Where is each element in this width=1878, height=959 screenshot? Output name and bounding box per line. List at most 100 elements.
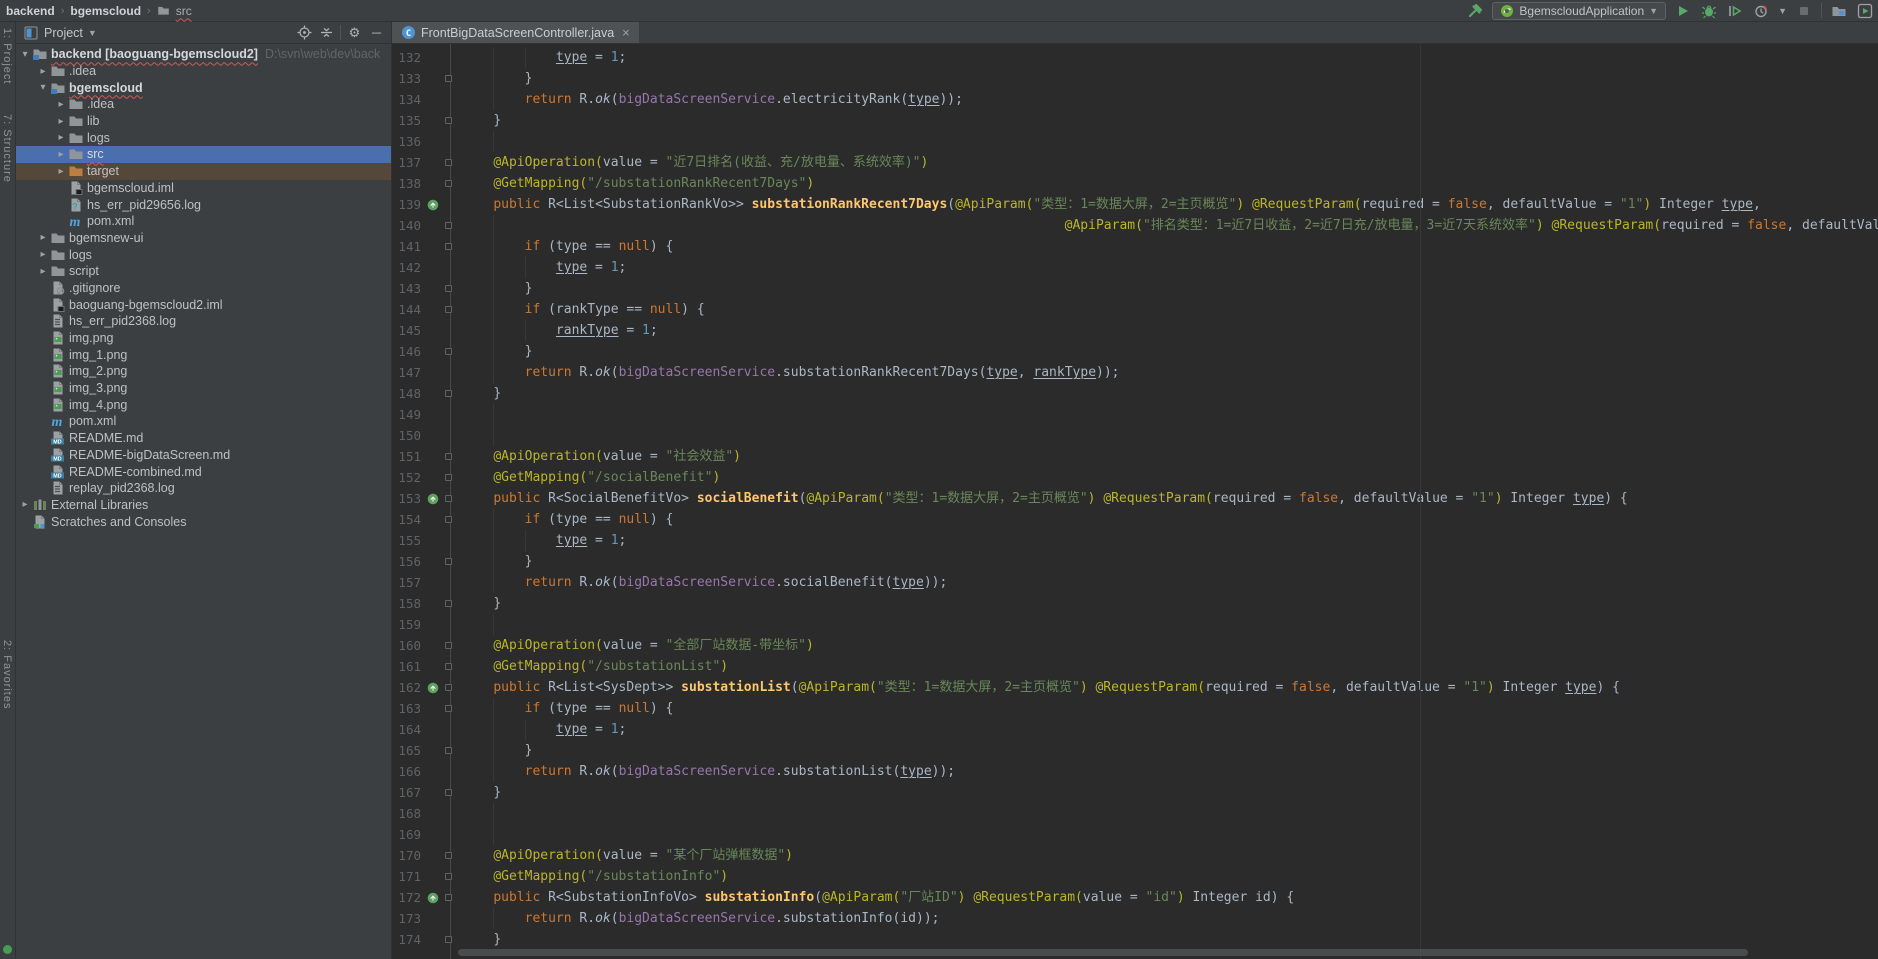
code-line-160[interactable]: 160 @ApiOperation(value = "全部厂站数据-带坐标"): [392, 635, 1878, 656]
tree-row-bgemscloud.iml[interactable]: bgemscloud.iml: [16, 180, 391, 197]
tree-row-.idea[interactable]: ▸.idea: [16, 63, 391, 80]
tree-row-readme.md[interactable]: MDREADME.md: [16, 430, 391, 447]
tree-row-pom.xml[interactable]: mpom.xml: [16, 413, 391, 430]
fold-down-icon[interactable]: [445, 705, 452, 712]
tree-row-script[interactable]: ▸script: [16, 263, 391, 280]
request-mapping-icon[interactable]: [424, 488, 442, 509]
run-icon[interactable]: [1674, 2, 1692, 20]
code-line-133[interactable]: 133 }: [392, 68, 1878, 89]
event-log-icon[interactable]: [3, 945, 12, 954]
fold-up-icon[interactable]: [445, 600, 452, 607]
chevron-down-icon[interactable]: ▼: [1778, 6, 1787, 16]
tree-row-readme-bigdatascreen.md[interactable]: MDREADME-bigDataScreen.md: [16, 447, 391, 464]
tree-expand-icon[interactable]: ▸: [54, 99, 68, 110]
tree-row-.gitignore[interactable]: .gitignore: [16, 280, 391, 297]
locate-icon[interactable]: [296, 24, 313, 41]
tree-row-pom.xml[interactable]: mpom.xml: [16, 213, 391, 230]
code-line-163[interactable]: 163 if (type == null) {: [392, 698, 1878, 719]
fold-down-icon[interactable]: [445, 852, 452, 859]
code-line-168[interactable]: 168: [392, 803, 1878, 824]
fold-up-icon[interactable]: [445, 558, 452, 565]
tree-expand-icon[interactable]: ▸: [18, 499, 32, 510]
tree-row-img.png[interactable]: img.png: [16, 330, 391, 347]
code-line-147[interactable]: 147 return R.ok(bigDataScreenService.sub…: [392, 362, 1878, 383]
tree-row-hs-err-pid2368.log[interactable]: hs_err_pid2368.log: [16, 313, 391, 330]
tree-expand-icon[interactable]: ▸: [54, 116, 68, 127]
breadcrumb-item-src[interactable]: src: [176, 4, 192, 18]
tree-expand-icon[interactable]: ▸: [54, 149, 68, 160]
fold-down-icon[interactable]: [445, 642, 452, 649]
code-line-144[interactable]: 144 if (rankType == null) {: [392, 299, 1878, 320]
tree-expand-icon[interactable]: ▸: [54, 132, 68, 143]
code-line-148[interactable]: 148 }: [392, 383, 1878, 404]
fold-up-icon[interactable]: [445, 117, 452, 124]
code-line-135[interactable]: 135 }: [392, 110, 1878, 131]
chevron-down-icon[interactable]: ▼: [88, 28, 97, 38]
fold-down-icon[interactable]: [445, 243, 452, 250]
tree-row-replay-pid2368.log[interactable]: replay_pid2368.log: [16, 480, 391, 497]
tree-row-bgemscloud[interactable]: ▾bgemscloud: [16, 79, 391, 96]
tree-expand-icon[interactable]: ▸: [54, 166, 68, 177]
request-mapping-icon[interactable]: [424, 887, 442, 908]
code-line-140[interactable]: 140 @ApiParam("排名类型：1=近7日收益，2=近7日充/放电量，3…: [392, 215, 1878, 236]
fold-down-icon[interactable]: [445, 684, 452, 691]
tree-expand-icon[interactable]: ▸: [36, 266, 50, 277]
tree-row-img-4.png[interactable]: img_4.png: [16, 396, 391, 413]
tree-row-external-libraries[interactable]: ▸External Libraries: [16, 497, 391, 514]
fold-up-icon[interactable]: [445, 75, 452, 82]
profiler-icon[interactable]: [1752, 2, 1770, 20]
tree-row-baoguang-bgemscloud2.iml[interactable]: baoguang-bgemscloud2.iml: [16, 296, 391, 313]
tree-row-img-3.png[interactable]: img_3.png: [16, 380, 391, 397]
code-area[interactable]: 132 type = 1;133 }134 return R.ok(bigDat…: [392, 44, 1878, 959]
code-line-151[interactable]: 151 @ApiOperation(value = "社会效益"): [392, 446, 1878, 467]
code-line-137[interactable]: 137 @ApiOperation(value = "近7日排名(收益、充/放电…: [392, 152, 1878, 173]
editor-tab[interactable]: C FrontBigDataScreenController.java ×: [392, 22, 639, 43]
run-configuration-select[interactable]: BgemscloudApplication ▼: [1492, 2, 1666, 20]
fold-up-icon[interactable]: [445, 474, 452, 481]
breadcrumb-item-bgemscloud[interactable]: bgemscloud: [70, 4, 141, 18]
code-line-142[interactable]: 142 type = 1;: [392, 257, 1878, 278]
code-line-134[interactable]: 134 return R.ok(bigDataScreenService.ele…: [392, 89, 1878, 110]
tree-expand-icon[interactable]: ▸: [36, 249, 50, 260]
tree-row-img-1.png[interactable]: img_1.png: [16, 346, 391, 363]
tree-row-src[interactable]: ▸src: [16, 146, 391, 163]
code-line-162[interactable]: 162 public R<List<SysDept>> substationLi…: [392, 677, 1878, 698]
fold-down-icon[interactable]: [445, 516, 452, 523]
code-line-149[interactable]: 149: [392, 404, 1878, 425]
code-line-156[interactable]: 156 }: [392, 551, 1878, 572]
fold-up-icon[interactable]: [445, 348, 452, 355]
code-line-174[interactable]: 174 }: [392, 929, 1878, 950]
fold-up-icon[interactable]: [445, 663, 452, 670]
fold-down-icon[interactable]: [445, 453, 452, 460]
tree-row-readme-combined.md[interactable]: MDREADME-combined.md: [16, 463, 391, 480]
tool-window-button-favorites[interactable]: 2: Favorites: [1, 640, 13, 709]
gear-icon[interactable]: ⚙: [346, 24, 363, 41]
coverage-icon[interactable]: [1726, 2, 1744, 20]
code-line-136[interactable]: 136: [392, 131, 1878, 152]
hide-icon[interactable]: ─: [368, 24, 385, 41]
tree-row-lib[interactable]: ▸lib: [16, 113, 391, 130]
fold-down-icon[interactable]: [445, 159, 452, 166]
fold-down-icon[interactable]: [445, 894, 452, 901]
tree-row-bgemsnew-ui[interactable]: ▸bgemsnew-ui: [16, 230, 391, 247]
tool-window-button-structure[interactable]: 7: Structure: [1, 114, 13, 183]
collapse-all-icon[interactable]: [318, 24, 335, 41]
code-line-161[interactable]: 161 @GetMapping("/substationList"): [392, 656, 1878, 677]
fold-up-icon[interactable]: [445, 285, 452, 292]
fold-up-icon[interactable]: [445, 390, 452, 397]
fold-up-icon[interactable]: [445, 873, 452, 880]
request-mapping-icon[interactable]: [424, 677, 442, 698]
code-line-154[interactable]: 154 if (type == null) {: [392, 509, 1878, 530]
fold-up-icon[interactable]: [445, 936, 452, 943]
build-hammer-icon[interactable]: [1466, 2, 1484, 20]
code-line-170[interactable]: 170 @ApiOperation(value = "某个厂站弹框数据"): [392, 845, 1878, 866]
tree-row-.idea[interactable]: ▸.idea: [16, 96, 391, 113]
tree-expand-icon[interactable]: ▸: [36, 232, 50, 243]
fold-up-icon[interactable]: [445, 747, 452, 754]
code-line-132[interactable]: 132 type = 1;: [392, 47, 1878, 68]
tool-window-button-project[interactable]: 1: Project: [1, 28, 13, 84]
fold-down-icon[interactable]: [445, 495, 452, 502]
horizontal-scrollbar[interactable]: [458, 949, 1748, 956]
breadcrumb-item-backend[interactable]: backend: [6, 4, 55, 18]
run-anything-icon[interactable]: [1856, 2, 1874, 20]
